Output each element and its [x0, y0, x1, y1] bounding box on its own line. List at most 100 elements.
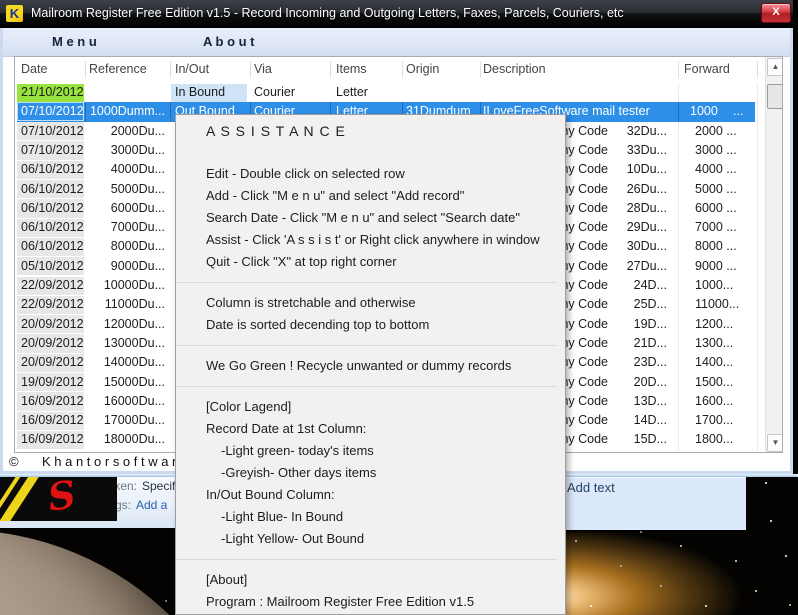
cell-code: 32Du... [575, 122, 667, 141]
cell-divider [170, 102, 171, 121]
screen: Date taken: Specif Tags: Add a S Add tex… [0, 0, 798, 615]
scroll-up-icon[interactable]: ▲ [767, 58, 783, 76]
column-header-description[interactable]: Description [483, 57, 546, 82]
legend-greyish: -Greyish- Other days items [206, 462, 557, 484]
cell-reference: 15000Du... [85, 373, 165, 392]
assist-line-quit: Quit - Click "X" at top right corner [206, 251, 557, 273]
assist-line-edit: Edit - Double click on selected row [206, 163, 557, 185]
column-header-inout[interactable]: In/Out [175, 57, 209, 82]
cell-date: 05/10/2012 [21, 257, 84, 276]
cell-date: 21/10/2012 [21, 83, 84, 102]
column-header-origin[interactable]: Origin [406, 57, 439, 82]
tags-add-link[interactable]: Add a [136, 498, 167, 512]
cell-forward: 1000... [695, 276, 733, 295]
divider [176, 345, 557, 346]
header-divider [402, 61, 403, 78]
copyright-name: K h a n t o r s o f t w a r e [42, 453, 187, 471]
column-header-date[interactable]: Date [21, 57, 47, 82]
cell-code: 29Du... [575, 218, 667, 237]
cell-code: 13D... [575, 392, 667, 411]
cell-code: 19D... [575, 315, 667, 334]
header-divider [678, 61, 679, 78]
cell-forward: 1800... [695, 430, 733, 449]
cell-forward: 4000 ... [695, 160, 737, 179]
window-title: Mailroom Register Free Edition v1.5 - Re… [31, 0, 624, 27]
cell-forward: 11000... [695, 295, 739, 314]
cell-forward: 8000 ... [695, 237, 737, 256]
cell-items: Letter [336, 83, 368, 102]
cell-code: 14D... [575, 411, 667, 430]
scroll-down-icon[interactable]: ▼ [767, 434, 783, 452]
cell-reference: 16000Du... [85, 392, 165, 411]
cell-divider [678, 102, 679, 121]
header-divider [480, 61, 481, 78]
divider [176, 559, 557, 560]
assist-line-columns: Column is stretchable and otherwise [206, 292, 557, 314]
cell-date: 07/10/2012 [21, 102, 84, 121]
header-divider [170, 61, 171, 78]
menu-item-about[interactable]: A b o u t [203, 28, 255, 56]
cell-forward: 5000 ... [695, 180, 737, 199]
add-text-label: Add text [567, 480, 615, 495]
cell-reference: 6000Du... [85, 199, 165, 218]
window-border [790, 28, 793, 474]
cell-forward: 1500... [695, 373, 733, 392]
assist-line-green: We Go Green ! Recycle unwanted or dummy … [206, 355, 557, 377]
scrollbar-thumb[interactable] [767, 84, 783, 109]
logo-thumbnail: S [0, 477, 117, 521]
cell-code: 26Du... [575, 180, 667, 199]
cell-date: 06/10/2012 [21, 180, 84, 199]
column-header-forward[interactable]: Forward [684, 57, 730, 82]
column-header-via[interactable]: Via [254, 57, 272, 82]
header-divider [85, 61, 86, 78]
cell-forward: 6000 ... [695, 199, 737, 218]
cell-date: 20/09/2012 [21, 315, 84, 334]
menu-bar: M e n u A b o u t [0, 28, 793, 57]
legend-inout-header: In/Out Bound Column: [206, 484, 557, 506]
cell-code: 15D... [575, 430, 667, 449]
cell-code: 27Du... [575, 257, 667, 276]
cell-code: 23D... [575, 353, 667, 372]
assist-line-sorting: Date is sorted decending top to bottom [206, 314, 557, 336]
assistance-title: A S S I S T A N C E [206, 123, 557, 139]
header-divider [250, 61, 251, 78]
cell-inout: In Bound [175, 83, 225, 102]
assistance-panel[interactable]: A S S I S T A N C E Edit - Double click … [175, 114, 566, 615]
close-button[interactable]: X [761, 3, 791, 23]
cell-via: Courier [254, 83, 295, 102]
cell-reference: 4000Du... [85, 160, 165, 179]
cell-forward-ellipsis: ... [733, 102, 743, 121]
cell-forward: 3000 ... [695, 141, 737, 160]
cell-date: 16/09/2012 [21, 411, 84, 430]
cell-date: 07/10/2012 [21, 141, 84, 160]
cell-forward: 9000 ... [695, 257, 737, 276]
cell-forward: 1000 [690, 102, 718, 121]
cell-date: 16/09/2012 [21, 392, 84, 411]
column-header-items[interactable]: Items [336, 57, 367, 82]
cell-code: 21D... [575, 334, 667, 353]
cell-code: 20D... [575, 373, 667, 392]
cell-date: 06/10/2012 [21, 199, 84, 218]
cell-reference: 1000Dumm... [85, 102, 165, 121]
cell-reference: 14000Du... [85, 353, 165, 372]
assist-line-search-date: Search Date - Click "M e n u" and select… [206, 207, 557, 229]
date-taken-value: Specif [142, 479, 175, 493]
header-divider [757, 61, 758, 78]
cell-forward: 2000 ... [695, 122, 737, 141]
cell-reference: 3000Du... [85, 141, 165, 160]
cell-reference: 18000Du... [85, 430, 165, 449]
cell-code: 28Du... [575, 199, 667, 218]
legend-light-yellow: -Light Yellow- Out Bound [206, 528, 557, 550]
cell-reference: 2000Du... [85, 122, 165, 141]
table-row-today[interactable]: 21/10/2012 In Bound Courier Letter [15, 83, 764, 102]
vertical-scrollbar[interactable]: ▲ ▼ [765, 57, 783, 452]
legend-date-header: Record Date at 1st Column: [206, 418, 557, 440]
title-bar[interactable]: K Mailroom Register Free Edition v1.5 - … [0, 0, 793, 28]
cell-code: 10Du... [575, 160, 667, 179]
column-header-reference[interactable]: Reference [89, 57, 147, 82]
cell-date: 06/10/2012 [21, 160, 84, 179]
menu-item-menu[interactable]: M e n u [52, 28, 97, 56]
cell-date: 20/09/2012 [21, 334, 84, 353]
cell-divider [85, 102, 86, 121]
cell-reference: 7000Du... [85, 218, 165, 237]
